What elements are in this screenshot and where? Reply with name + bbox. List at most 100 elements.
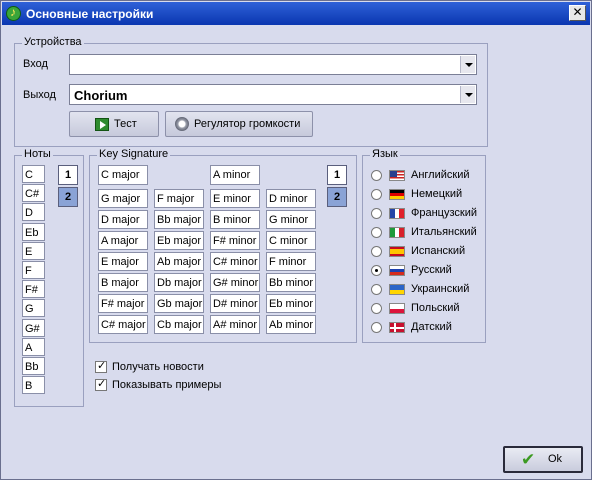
key-cell[interactable]: F# major <box>98 294 148 313</box>
language-radio[interactable] <box>371 170 382 181</box>
title-bar[interactable]: Основные настройки ✕ <box>2 2 590 25</box>
volume-knob-icon <box>175 117 189 131</box>
key-cell[interactable]: Bb major <box>154 210 204 229</box>
close-icon: ✕ <box>572 5 583 19</box>
key-cell[interactable]: D major <box>98 210 148 229</box>
key-cell[interactable]: C# major <box>98 315 148 334</box>
key-cell[interactable]: D# minor <box>210 294 260 313</box>
input-label: Вход <box>23 58 48 70</box>
note-cell[interactable]: C# <box>22 184 45 203</box>
language-radio[interactable] <box>371 303 382 314</box>
note-cell[interactable]: Bb <box>22 357 45 375</box>
language-label[interactable]: Испанский <box>411 245 465 257</box>
note-cell[interactable]: F# <box>22 280 45 299</box>
note-cell[interactable]: G <box>22 299 45 318</box>
key-cell[interactable]: Db major <box>154 273 204 292</box>
key-cell[interactable]: Ab minor <box>266 315 316 334</box>
key-signature-group: Key Signature C major A minor G major F m… <box>89 148 357 343</box>
show-examples-checkbox[interactable] <box>95 377 107 391</box>
key-cell[interactable]: Eb minor <box>266 294 316 313</box>
key-cell[interactable]: Cb major <box>154 315 204 334</box>
input-device-select[interactable] <box>69 54 477 75</box>
volume-control-button[interactable]: Регулятор громкости <box>165 111 313 137</box>
play-icon <box>95 118 109 131</box>
language-label[interactable]: Французский <box>411 207 477 219</box>
volume-button-label: Регулятор громкости <box>194 118 301 130</box>
key-cell[interactable]: C# minor <box>210 252 260 271</box>
key-octave-1-button[interactable]: 1 <box>327 165 347 185</box>
language-label[interactable]: Русский <box>411 264 452 276</box>
key-cell[interactable]: G major <box>98 189 148 208</box>
show-examples-label[interactable]: Показывать примеры <box>112 379 221 391</box>
key-cell[interactable]: Gb major <box>154 294 204 313</box>
chevron-down-icon[interactable] <box>460 86 475 103</box>
key-cell-c-major[interactable]: C major <box>98 165 148 185</box>
language-radio[interactable] <box>371 189 382 200</box>
key-cell[interactable]: F minor <box>266 252 316 271</box>
language-radio[interactable] <box>371 284 382 295</box>
key-cell[interactable]: F# minor <box>210 231 260 250</box>
key-signature-group-label: Key Signature <box>97 148 171 160</box>
notes-octave-2-button[interactable]: 2 <box>58 187 78 207</box>
french-flag-icon <box>389 208 405 219</box>
key-cell[interactable]: B minor <box>210 210 260 229</box>
language-group-label: Язык <box>370 148 400 160</box>
notes-octave-1-button[interactable]: 1 <box>58 165 78 185</box>
note-cell[interactable]: D <box>22 203 45 222</box>
key-cell[interactable]: C minor <box>266 231 316 250</box>
language-radio[interactable] <box>371 208 382 219</box>
receive-news-label[interactable]: Получать новости <box>112 361 204 373</box>
notes-group: Ноты C C# D Eb E F F# G G# A Bb B 1 2 <box>14 148 84 407</box>
note-cell[interactable]: G# <box>22 318 45 337</box>
settings-window: Основные настройки ✕ Устройства Вход Вых… <box>0 0 592 480</box>
language-label[interactable]: Польский <box>411 302 460 314</box>
language-radio[interactable] <box>371 246 382 257</box>
devices-group-label: Устройства <box>22 36 84 48</box>
note-cell[interactable]: B <box>22 376 45 395</box>
output-device-select[interactable]: Chorium <box>69 84 477 105</box>
key-cell[interactable]: A# minor <box>210 315 260 334</box>
key-cell[interactable]: Eb major <box>154 231 204 250</box>
language-radio[interactable] <box>371 322 382 333</box>
language-radio[interactable] <box>371 227 382 238</box>
spanish-flag-icon <box>389 246 405 257</box>
close-button[interactable]: ✕ <box>569 5 586 21</box>
output-label: Выход <box>23 89 56 101</box>
test-button[interactable]: Тест <box>69 111 159 137</box>
window-title: Основные настройки <box>26 7 154 21</box>
russian-flag-icon <box>389 265 405 276</box>
key-cell[interactable]: B major <box>98 273 148 292</box>
note-cell[interactable]: E <box>22 241 45 260</box>
note-cell[interactable]: A <box>22 337 45 356</box>
language-label[interactable]: Немецкий <box>411 188 462 200</box>
italian-flag-icon <box>389 227 405 238</box>
key-cell[interactable]: G minor <box>266 210 316 229</box>
ok-button[interactable]: ✔ Ok <box>503 446 583 473</box>
polish-flag-icon <box>389 303 405 314</box>
language-label[interactable]: Украинский <box>411 283 469 295</box>
devices-group: Устройства Вход Выход Chorium Тест Регул… <box>14 36 488 147</box>
key-cell[interactable]: Bb minor <box>266 273 316 292</box>
chevron-down-icon[interactable] <box>460 56 475 73</box>
language-radio[interactable] <box>371 265 382 276</box>
notes-group-label: Ноты <box>22 148 53 160</box>
test-button-label: Тест <box>114 118 137 130</box>
us-flag-icon <box>389 170 405 181</box>
note-cell[interactable]: F <box>22 261 45 279</box>
key-cell[interactable]: D minor <box>266 189 316 208</box>
key-cell-a-minor[interactable]: A minor <box>210 165 260 185</box>
note-cell[interactable]: C <box>22 165 45 183</box>
language-group: Язык Английский Немецкий Французский Италья… <box>362 148 486 343</box>
key-cell[interactable]: E major <box>98 252 148 271</box>
language-label[interactable]: Итальянский <box>411 226 477 238</box>
key-cell[interactable]: G# minor <box>210 273 260 292</box>
note-cell[interactable]: Eb <box>22 222 45 241</box>
key-octave-2-button[interactable]: 2 <box>327 187 347 207</box>
language-label[interactable]: Датский <box>411 321 452 333</box>
key-cell[interactable]: F major <box>154 189 204 208</box>
key-cell[interactable]: A major <box>98 231 148 250</box>
key-cell[interactable]: Ab major <box>154 252 204 271</box>
language-label[interactable]: Английский <box>411 169 470 181</box>
key-cell[interactable]: E minor <box>210 189 260 208</box>
receive-news-checkbox[interactable] <box>95 359 107 373</box>
